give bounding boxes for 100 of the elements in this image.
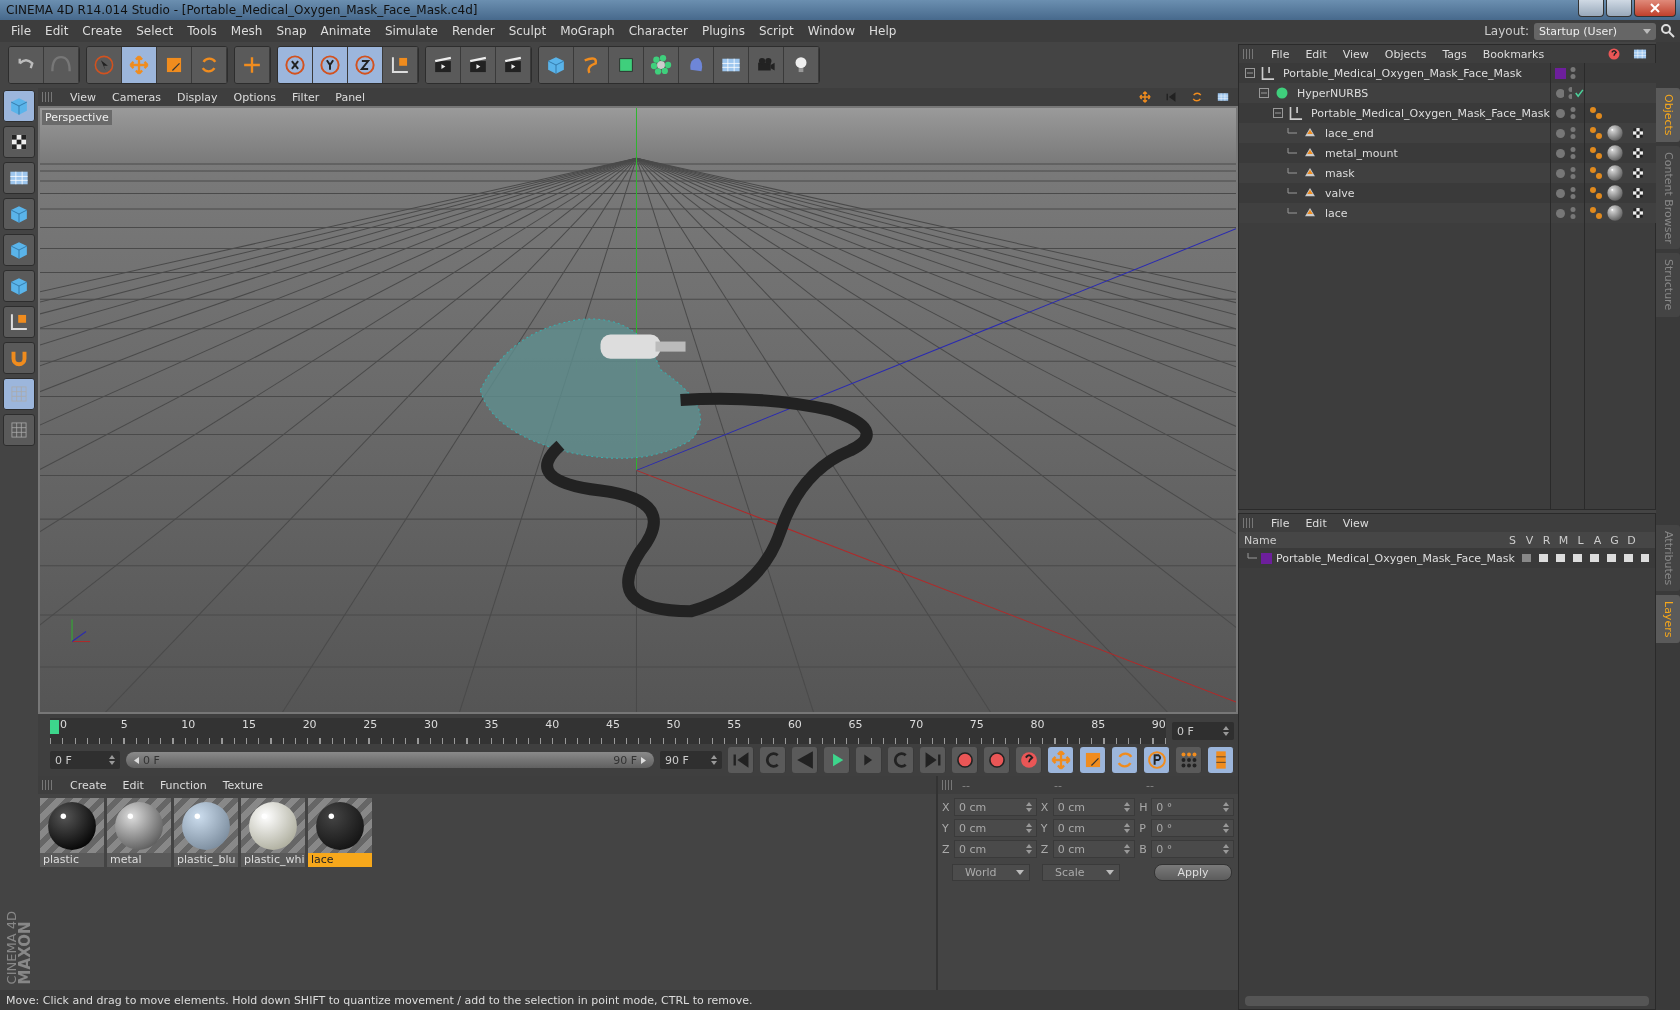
visibility-dots-icon[interactable] — [1567, 86, 1573, 100]
tool-button[interactable] — [609, 47, 644, 83]
dropdown[interactable]: Scale — [1042, 864, 1120, 881]
phong-tag-icon[interactable] — [1588, 126, 1603, 140]
collapse-toggle-icon[interactable] — [1245, 68, 1255, 78]
tool-button[interactable] — [3, 90, 35, 122]
phong-tag-icon[interactable] — [1588, 106, 1603, 120]
frame-field[interactable]: 0 F — [1172, 722, 1234, 740]
menu-item[interactable]: View — [1334, 516, 1377, 530]
spinner-arrows-icon[interactable] — [1223, 802, 1229, 812]
menu-item[interactable]: Create — [75, 24, 130, 38]
tool-button[interactable] — [3, 126, 35, 158]
tool-button[interactable] — [3, 270, 35, 302]
menu-item[interactable]: Objects — [1376, 47, 1435, 61]
dropdown[interactable]: World — [952, 864, 1030, 881]
visibility-dots-icon[interactable] — [1569, 166, 1576, 180]
maximize-button[interactable] — [1606, 0, 1632, 17]
coordinate-field[interactable]: 0 ° — [1151, 798, 1234, 816]
material-name[interactable]: plastic — [40, 853, 104, 867]
menu-item[interactable]: Help — [862, 24, 904, 38]
menu-item[interactable]: Animate — [313, 24, 378, 38]
menu-item[interactable]: Sculpt — [501, 24, 554, 38]
uvw-tag-icon[interactable] — [1630, 145, 1646, 161]
menu-item[interactable]: Panel — [327, 90, 373, 104]
visibility-dots-icon[interactable] — [1569, 186, 1576, 200]
layer-name[interactable]: Portable_Medical_Oxygen_Mask_Face_Mask — [1276, 551, 1515, 565]
visibility-dot-icon[interactable] — [1554, 187, 1566, 199]
menu-item[interactable]: Script — [751, 24, 801, 38]
spinner-arrows-icon[interactable] — [711, 755, 717, 765]
coordinate-field[interactable]: 0 cm — [954, 798, 1037, 816]
layout-dropdown[interactable]: Startup (User) — [1534, 22, 1656, 40]
menu-item[interactable]: Plugins — [694, 24, 752, 38]
object-name[interactable]: Portable_Medical_Oxygen_Mask_Face_Mask — [1283, 66, 1522, 80]
uvw-tag-icon[interactable] — [1630, 185, 1646, 201]
transport-button[interactable] — [1144, 747, 1170, 773]
menu-item[interactable]: View — [62, 90, 105, 104]
uvw-tag-icon[interactable] — [1630, 205, 1646, 221]
menu-item[interactable]: Render — [444, 24, 502, 38]
menu-item[interactable]: File — [1263, 47, 1298, 61]
menu-item[interactable]: Character — [621, 24, 695, 38]
menu-item[interactable]: Texture — [214, 778, 271, 792]
menu-item[interactable]: Options — [225, 90, 284, 104]
transport-button[interactable] — [984, 747, 1010, 773]
tool-button[interactable] — [644, 47, 679, 83]
menu-item[interactable]: Edit — [114, 778, 152, 792]
coordinate-field[interactable]: 0 cm — [954, 819, 1037, 837]
tool-button[interactable] — [3, 306, 35, 338]
side-tab[interactable]: Objects — [1656, 88, 1680, 142]
phong-tag-icon[interactable] — [1588, 166, 1603, 180]
menu-item[interactable]: Display — [169, 90, 226, 104]
spinner-arrows-icon[interactable] — [1124, 802, 1131, 812]
menu-item[interactable]: Filter — [284, 90, 328, 104]
coordinate-field[interactable]: 0 cm — [1052, 819, 1136, 837]
close-button[interactable] — [1634, 0, 1676, 17]
spinner-arrows-icon[interactable] — [109, 755, 115, 765]
material-thumbnail[interactable] — [308, 798, 372, 853]
spinner-arrows-icon[interactable] — [1025, 802, 1032, 812]
menu-item[interactable]: Cameras — [104, 90, 169, 104]
object-name[interactable]: HyperNURBS — [1297, 86, 1369, 100]
menu-item[interactable]: Simulate — [377, 24, 445, 38]
object-name[interactable]: mask — [1325, 166, 1355, 180]
transport-button[interactable] — [952, 747, 978, 773]
material-thumbnail[interactable] — [40, 798, 104, 853]
spinner-arrows-icon[interactable] — [1223, 844, 1229, 854]
object-name[interactable]: lace_end — [1325, 126, 1374, 140]
menu-item[interactable]: Edit — [1297, 47, 1335, 61]
visibility-dots-icon[interactable] — [1569, 66, 1576, 80]
transport-button[interactable] — [1016, 747, 1042, 773]
apply-button[interactable]: Apply — [1154, 864, 1232, 881]
material-thumbnail[interactable] — [241, 798, 305, 853]
scrollbar[interactable] — [1245, 996, 1649, 1006]
material-thumbnail[interactable] — [107, 798, 171, 853]
left-arrow-icon[interactable] — [134, 756, 139, 764]
coordinate-field[interactable]: 0 ° — [1151, 819, 1234, 837]
transport-button[interactable] — [1176, 747, 1202, 773]
visibility-dots-icon[interactable] — [1569, 106, 1576, 120]
visibility-dot-icon[interactable] — [1554, 207, 1566, 219]
end-frame-field[interactable]: 90 F — [660, 751, 722, 769]
material-name[interactable]: metal — [107, 853, 171, 867]
orbit-icon[interactable] — [1190, 90, 1204, 104]
spinner-arrows-icon[interactable] — [1124, 844, 1131, 854]
menu-item[interactable]: Mesh — [223, 24, 270, 38]
collapse-toggle-icon[interactable] — [1273, 108, 1283, 118]
uvw-tag-icon[interactable] — [1630, 125, 1646, 141]
tool-button[interactable] — [426, 47, 461, 83]
tool-button[interactable] — [3, 342, 35, 374]
spinner-arrows-icon[interactable] — [1025, 823, 1032, 833]
material-name[interactable]: plastic_blu — [174, 853, 238, 867]
menu-item[interactable]: MoGraph — [553, 24, 622, 38]
coordinate-field[interactable]: 0 ° — [1151, 840, 1234, 858]
layer-toggles-icon[interactable] — [1519, 552, 1649, 564]
object-name[interactable]: Portable_Medical_Oxygen_Mask_Face_Mask — [1311, 106, 1550, 120]
transport-button[interactable] — [824, 747, 850, 773]
side-tab[interactable]: Layers — [1656, 594, 1680, 644]
tool-button[interactable] — [3, 198, 35, 230]
phong-tag-icon[interactable] — [1588, 186, 1603, 200]
pan-icon[interactable] — [1138, 90, 1152, 104]
uvw-tag-icon[interactable] — [1630, 165, 1646, 181]
check-mark-icon[interactable] — [1575, 88, 1584, 98]
tool-button[interactable] — [3, 378, 35, 410]
